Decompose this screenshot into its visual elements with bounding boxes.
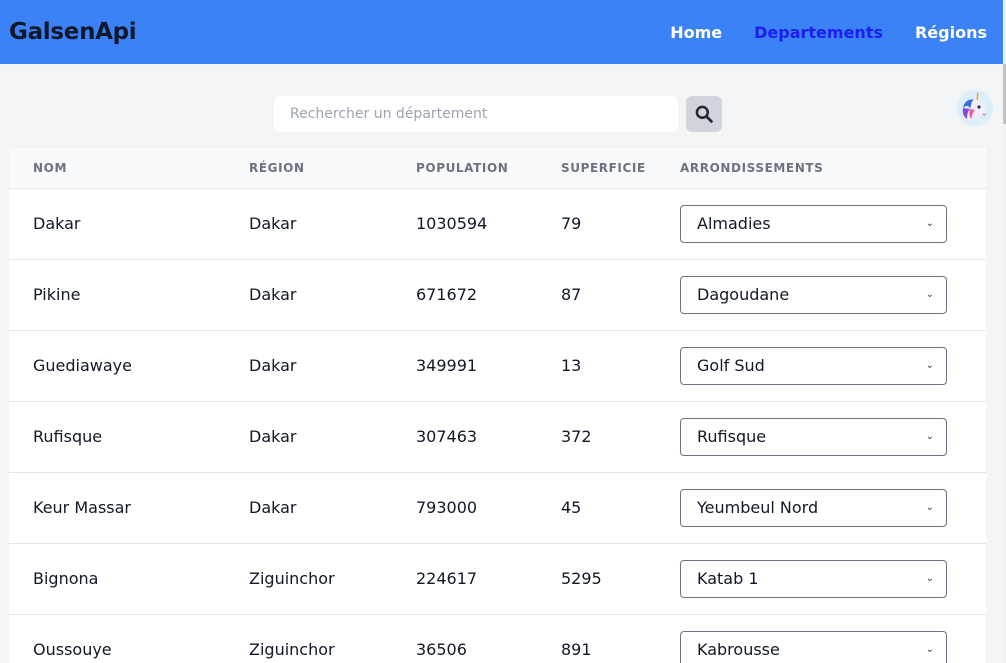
- search-icon: [695, 105, 713, 123]
- search-button[interactable]: [686, 96, 722, 132]
- cell-region: Dakar: [249, 356, 297, 375]
- cell-superficie: 891: [561, 640, 592, 659]
- chevron-down-icon: ⌄: [925, 502, 934, 513]
- unicorn-avatar-icon: [957, 90, 993, 126]
- cell-superficie: 372: [561, 427, 592, 446]
- arrondissement-select[interactable]: Almadies ⌄: [680, 204, 947, 243]
- cell-population: 224617: [416, 569, 478, 588]
- cell-nom: Oussouye: [33, 640, 112, 659]
- column-header-region: RÉGION: [225, 148, 392, 189]
- arrondissement-select[interactable]: Rufisque ⌄: [680, 417, 947, 456]
- cell-region: Dakar: [249, 427, 297, 446]
- table-row: Guediawaye Dakar 349991 13 Golf Sud ⌄: [9, 330, 986, 401]
- table-row: Oussouye Ziguinchor 36506 891 Kabrousse …: [9, 614, 986, 663]
- column-header-population: POPULATION: [392, 148, 537, 189]
- table-row: Pikine Dakar 671672 87 Dagoudane ⌄: [9, 259, 986, 330]
- table-row: Dakar Dakar 1030594 79 Almadies ⌄: [9, 188, 986, 259]
- table-row: Rufisque Dakar 307463 372 Rufisque ⌄: [9, 401, 986, 472]
- cell-population: 671672: [416, 285, 478, 304]
- arrondissement-selected: Rufisque: [697, 427, 767, 446]
- cell-superficie: 45: [561, 498, 582, 517]
- cell-nom: Pikine: [33, 285, 81, 304]
- arrondissement-selected: Dagoudane: [697, 285, 790, 304]
- cell-region: Dakar: [249, 498, 297, 517]
- table-row: Bignona Ziguinchor 224617 5295 Katab 1 ⌄: [9, 543, 986, 614]
- cell-superficie: 13: [561, 356, 582, 375]
- cell-region: Dakar: [249, 285, 297, 304]
- arrondissement-select[interactable]: Dagoudane ⌄: [680, 275, 947, 314]
- cell-nom: Keur Massar: [33, 498, 132, 517]
- cell-population: 793000: [416, 498, 478, 517]
- arrondissement-select[interactable]: Golf Sud ⌄: [680, 346, 947, 385]
- brand-logo[interactable]: GalsenApi: [9, 19, 137, 45]
- avatar[interactable]: [957, 90, 993, 126]
- arrondissement-selected: Kabrousse: [697, 640, 780, 659]
- chevron-down-icon: ⌄: [925, 289, 934, 300]
- chevron-down-icon: ⌄: [925, 431, 934, 442]
- arrondissement-selected: Almadies: [697, 214, 771, 233]
- arrondissement-selected: Katab 1: [697, 569, 759, 588]
- nav-links: Home Departements Régions: [638, 23, 987, 42]
- nav-link-home[interactable]: Home: [670, 23, 722, 42]
- cell-population: 307463: [416, 427, 478, 446]
- chevron-down-icon: ⌄: [925, 644, 934, 655]
- arrondissement-select[interactable]: Yeumbeul Nord ⌄: [680, 488, 947, 527]
- table-row: Keur Massar Dakar 793000 45 Yeumbeul Nor…: [9, 472, 986, 543]
- departements-table: NOM RÉGION POPULATION SUPERFICIE ARRONDI…: [9, 148, 986, 663]
- chevron-down-icon: ⌄: [925, 360, 934, 371]
- navbar: GalsenApi Home Departements Régions: [0, 0, 1003, 64]
- cell-population: 349991: [416, 356, 478, 375]
- cell-nom: Bignona: [33, 569, 99, 588]
- arrondissement-selected: Golf Sud: [697, 356, 765, 375]
- column-header-superficie: SUPERFICIE: [537, 148, 671, 189]
- column-header-nom: NOM: [9, 148, 225, 189]
- cell-nom: Dakar: [33, 214, 81, 233]
- cell-region: Ziguinchor: [249, 640, 335, 659]
- cell-population: 36506: [416, 640, 467, 659]
- cell-region: Ziguinchor: [249, 569, 335, 588]
- search-input[interactable]: [274, 96, 678, 132]
- cell-nom: Guediawaye: [33, 356, 132, 375]
- cell-superficie: 5295: [561, 569, 602, 588]
- cell-superficie: 87: [561, 285, 582, 304]
- cell-superficie: 79: [561, 214, 582, 233]
- cell-region: Dakar: [249, 214, 297, 233]
- cell-population: 1030594: [416, 214, 488, 233]
- cell-nom: Rufisque: [33, 427, 103, 446]
- arrondissement-selected: Yeumbeul Nord: [697, 498, 819, 517]
- table-header-row: NOM RÉGION POPULATION SUPERFICIE ARRONDI…: [9, 148, 986, 189]
- nav-link-departements[interactable]: Departements: [754, 23, 883, 42]
- chevron-down-icon: ⌄: [925, 573, 934, 584]
- chevron-down-icon: ⌄: [925, 218, 934, 229]
- nav-link-regions[interactable]: Régions: [915, 23, 987, 42]
- arrondissement-select[interactable]: Katab 1 ⌄: [680, 559, 947, 598]
- arrondissement-select[interactable]: Kabrousse ⌄: [680, 630, 947, 663]
- column-header-arrondissements: ARRONDISSEMENTS: [671, 148, 986, 189]
